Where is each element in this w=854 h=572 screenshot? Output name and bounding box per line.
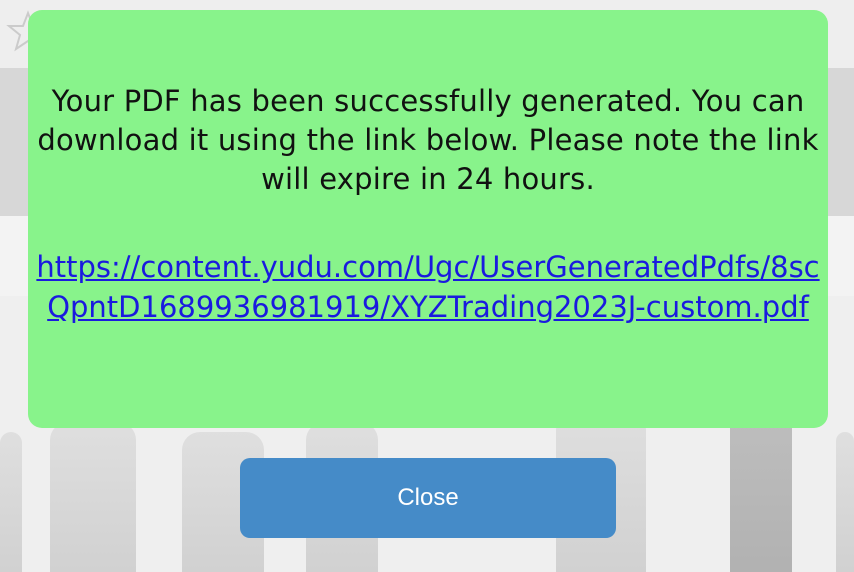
product-image	[836, 432, 854, 572]
product-image	[50, 422, 136, 572]
pdf-generated-dialog: Your PDF has been successfully generated…	[28, 10, 828, 428]
close-button[interactable]: Close	[240, 458, 616, 538]
product-image	[0, 432, 22, 572]
dialog-message: Your PDF has been successfully generated…	[37, 84, 819, 196]
pdf-download-link[interactable]: https://content.yudu.com/Ugc/UserGenerat…	[36, 247, 820, 327]
